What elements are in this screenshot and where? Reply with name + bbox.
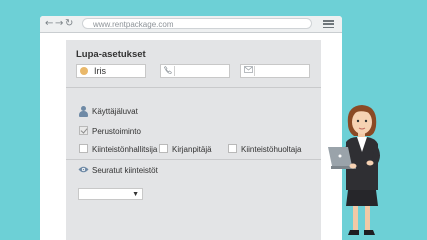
basic-function-checkbox[interactable] bbox=[79, 126, 88, 135]
user-permissions-heading: Käyttäjäluvat bbox=[92, 107, 138, 116]
browser-window: ← → ↻ www.rentpackage.com Lupa-asetukset… bbox=[40, 16, 342, 240]
browser-toolbar: ← → ↻ www.rentpackage.com bbox=[40, 16, 342, 33]
email-field[interactable] bbox=[240, 64, 310, 78]
maintenance-label: Kiinteistöhuoltaja bbox=[241, 145, 302, 154]
property-manager-checkbox[interactable] bbox=[79, 144, 88, 153]
accountant-checkbox[interactable] bbox=[159, 144, 168, 153]
accountant-label: Kirjanpitäjä bbox=[172, 145, 212, 154]
avatar-icon bbox=[78, 66, 90, 76]
dropdown-arrow-icon: ▼ bbox=[132, 191, 139, 198]
hamburger-menu-icon[interactable] bbox=[323, 20, 334, 29]
maintenance-checkbox[interactable] bbox=[228, 144, 237, 153]
envelope-icon bbox=[242, 66, 255, 76]
reload-icon[interactable]: ↻ bbox=[65, 17, 73, 31]
divider bbox=[66, 159, 321, 160]
url-bar[interactable]: www.rentpackage.com bbox=[82, 18, 312, 29]
forward-arrow-icon[interactable]: → bbox=[55, 17, 63, 31]
page-title: Lupa-asetukset bbox=[76, 49, 146, 60]
followed-properties-heading: Seuratut kiinteistöt bbox=[92, 166, 158, 175]
basic-function-label: Perustoiminto bbox=[92, 127, 141, 136]
divider bbox=[66, 87, 321, 88]
eye-icon bbox=[78, 166, 89, 173]
name-value: Iris bbox=[94, 66, 106, 76]
businesswoman-illustration bbox=[328, 105, 380, 235]
property-manager-label: Kiinteistönhallitsija bbox=[92, 145, 158, 154]
user-icon bbox=[79, 106, 88, 117]
phone-field[interactable] bbox=[160, 64, 230, 78]
back-arrow-icon[interactable]: ← bbox=[45, 17, 53, 31]
permissions-panel: Lupa-asetukset Iris Käyttäjäluvat Perust… bbox=[66, 40, 321, 240]
phone-icon bbox=[162, 66, 175, 76]
followed-properties-select[interactable]: ▼ bbox=[78, 188, 143, 200]
name-field[interactable]: Iris bbox=[76, 64, 146, 78]
